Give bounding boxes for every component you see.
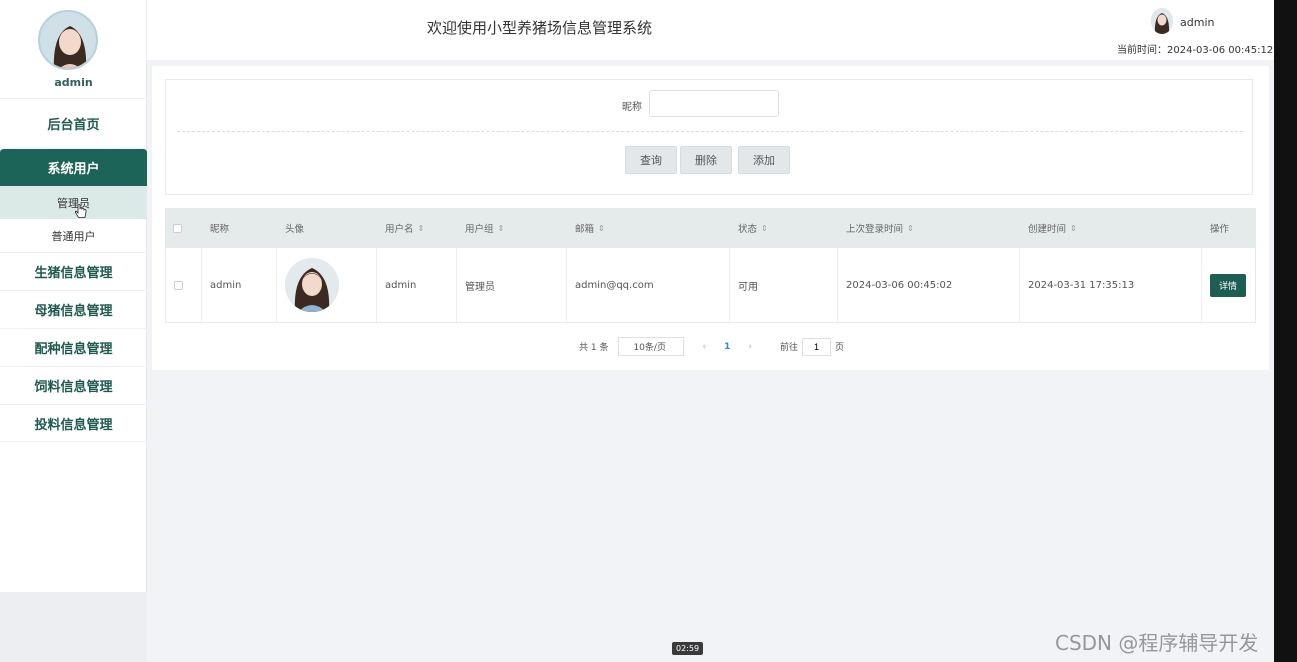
- sort-icon[interactable]: ⇕: [598, 224, 605, 233]
- current-page[interactable]: 1: [724, 342, 730, 352]
- sidebar-item-pig-info[interactable]: 生猪信息管理: [0, 252, 147, 290]
- query-button[interactable]: 查询: [625, 146, 677, 174]
- sort-icon[interactable]: ⇕: [418, 224, 425, 233]
- header-select-all[interactable]: [165, 208, 202, 248]
- row-select[interactable]: [166, 248, 202, 322]
- search-form: 昵称 查询 删除 添加: [165, 79, 1253, 195]
- col-last-login[interactable]: 上次登录时间 ⇕: [838, 208, 1020, 248]
- cell-created: 2024-03-31 17:35:13: [1020, 248, 1202, 322]
- row-avatar-image: [285, 258, 339, 312]
- nickname-search-input[interactable]: [649, 90, 779, 117]
- hand-cursor-icon: [74, 204, 88, 224]
- top-header: 欢迎使用小型养猪场信息管理系统 admin 当前时间：2024-03-06 00…: [147, 0, 1274, 60]
- pagination: 共 1 条 10条/页 ‹ 1 › 前往 页: [579, 337, 844, 356]
- sidebar-menu: 后台首页 系统用户 管理员 普通用户 生猪信息管理 母猪信息管理 配种信息管理 …: [0, 98, 147, 442]
- sidebar-item-home[interactable]: 后台首页: [0, 98, 147, 148]
- sort-icon[interactable]: ⇕: [907, 224, 914, 233]
- user-avatar[interactable]: [38, 10, 98, 70]
- delete-button[interactable]: 删除: [680, 146, 732, 174]
- goto-page-input[interactable]: [801, 337, 831, 356]
- col-username-label: 用户名: [385, 224, 414, 235]
- cell-last-login: 2024-03-06 00:45:02: [838, 248, 1020, 322]
- page-unit-label: 页: [834, 343, 844, 353]
- cell-username: admin: [377, 248, 457, 322]
- col-username[interactable]: 用户名 ⇕: [377, 208, 457, 248]
- col-group[interactable]: 用户组 ⇕: [457, 208, 567, 248]
- page-size-select[interactable]: 10条/页: [618, 337, 685, 356]
- col-created-label: 创建时间: [1028, 224, 1067, 235]
- sort-icon[interactable]: ⇕: [761, 224, 768, 233]
- cell-avatar: [277, 248, 377, 322]
- col-nickname: 昵称: [210, 224, 230, 235]
- detail-button[interactable]: 详情: [1210, 273, 1247, 297]
- sidebar-item-breeding-info[interactable]: 配种信息管理: [0, 328, 147, 366]
- video-timestamp: 02:59: [672, 642, 704, 655]
- nickname-label: 昵称: [622, 102, 642, 113]
- sort-icon[interactable]: ⇕: [498, 224, 505, 233]
- cell-status: 可用: [730, 248, 838, 322]
- sidebar-footer: [0, 592, 147, 662]
- header-avatar[interactable]: [1151, 8, 1173, 34]
- col-status[interactable]: 状态 ⇕: [730, 208, 838, 248]
- header-username[interactable]: admin: [1180, 16, 1214, 29]
- search-divider: [177, 131, 1243, 132]
- sidebar: admin 后台首页 系统用户 管理员 普通用户 生猪信息管理 母猪信息管理 配…: [0, 0, 147, 592]
- cell-group: 管理员: [457, 248, 567, 322]
- watermark: CSDN @程序辅导开发: [1055, 631, 1259, 655]
- add-button[interactable]: 添加: [738, 146, 790, 174]
- right-edge-bar: [1274, 0, 1297, 662]
- sidebar-item-feeding-info[interactable]: 投料信息管理: [0, 404, 147, 442]
- select-all-checkbox[interactable]: [173, 223, 182, 233]
- goto-label: 前往: [779, 343, 798, 353]
- col-last-login-label: 上次登录时间: [846, 224, 904, 235]
- cell-nickname: admin: [202, 248, 277, 322]
- col-created[interactable]: 创建时间 ⇕: [1020, 208, 1202, 248]
- table-header: 昵称 头像 用户名 ⇕ 用户组 ⇕ 邮箱 ⇕ 状态 ⇕ 上次登录时间 ⇕ 创建时间 ⇕ 操作: [165, 208, 1256, 248]
- page-title: 欢迎使用小型养猪场信息管理系统: [427, 19, 653, 37]
- col-avatar: 头像: [285, 224, 305, 235]
- users-table: 昵称 头像 用户名 ⇕ 用户组 ⇕ 邮箱 ⇕ 状态 ⇕ 上次登录时间 ⇕ 创建时间 ⇕ 操作…: [165, 208, 1256, 323]
- cell-ops: 详情: [1202, 248, 1255, 322]
- sidebar-item-system-users[interactable]: 系统用户: [0, 148, 147, 186]
- col-email[interactable]: 邮箱 ⇕: [567, 208, 730, 248]
- col-ops: 操作: [1210, 224, 1230, 235]
- sidebar-username: admin: [54, 76, 93, 89]
- col-status-label: 状态: [738, 224, 758, 235]
- next-page-icon[interactable]: ›: [748, 342, 752, 352]
- col-email-label: 邮箱: [575, 224, 595, 235]
- total-count: 共 1 条: [579, 343, 609, 353]
- sidebar-item-sow-info[interactable]: 母猪信息管理: [0, 290, 147, 328]
- cell-email: admin@qq.com: [567, 248, 730, 322]
- table-row: admin admin 管理员 admin@qq.com 可用 2024-03-…: [165, 248, 1256, 323]
- sidebar-item-feed-info[interactable]: 饲料信息管理: [0, 366, 147, 404]
- row-checkbox[interactable]: [174, 280, 183, 290]
- prev-page-icon[interactable]: ‹: [702, 342, 706, 352]
- col-group-label: 用户组: [465, 224, 494, 235]
- sort-icon[interactable]: ⇕: [1070, 224, 1077, 233]
- current-time: 当前时间：2024-03-06 00:45:12: [1117, 45, 1274, 56]
